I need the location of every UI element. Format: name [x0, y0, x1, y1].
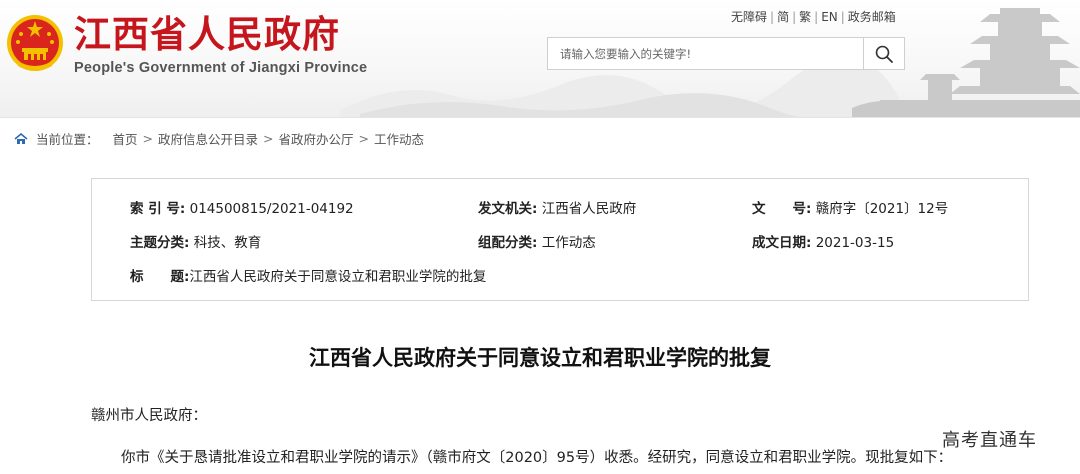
simplified-chinese-link[interactable]: 简: [777, 10, 789, 24]
separator: |: [770, 10, 775, 24]
meta-value: 江西省人民政府关于同意设立和君职业学院的批复: [189, 269, 487, 285]
meta-label: 主题分类:: [130, 235, 190, 251]
document-meta-table: 索 引 号: 014500815/2021-04192 发文机关: 江西省人民政…: [91, 178, 1029, 301]
gov-mailbox-link[interactable]: 政务邮箱: [848, 10, 896, 24]
article-addressee: 赣州市人民政府：: [91, 408, 207, 424]
home-icon: [14, 132, 28, 145]
breadcrumb-separator: >: [142, 131, 154, 146]
top-links: 无障碍 | 简 | 繁 | EN | 政务邮箱: [731, 8, 896, 25]
meta-value: 工作动态: [541, 235, 596, 251]
meta-label: 发文机关:: [478, 201, 538, 217]
breadcrumb-gov-info-directory[interactable]: 政府信息公开目录: [158, 129, 258, 148]
breadcrumb: 当前位置： 首页 > 政府信息公开目录 > 省政府办公厅 > 工作动态: [14, 129, 424, 148]
meta-value: 014500815/2021-04192: [189, 201, 354, 217]
meta-label: 文 号:: [752, 201, 812, 217]
meta-index-number: 索 引 号: 014500815/2021-04192: [130, 197, 354, 217]
breadcrumb-separator: >: [358, 131, 370, 146]
meta-value: 科技、教育: [193, 235, 262, 251]
meta-date: 成文日期: 2021-03-15: [752, 231, 894, 251]
site-header: 江西省人民政府 People's Government of Jiangxi P…: [0, 0, 1080, 118]
site-subtitle: People's Government of Jiangxi Province: [74, 60, 368, 76]
meta-value: 2021-03-15: [815, 235, 895, 251]
english-link[interactable]: EN: [821, 10, 838, 24]
traditional-chinese-link[interactable]: 繁: [799, 10, 811, 24]
breadcrumb-separator: >: [263, 131, 274, 146]
separator: |: [814, 10, 819, 24]
meta-label: 标 题:: [130, 269, 190, 285]
watermark-text: 高考直通车: [942, 430, 1037, 451]
accessibility-link[interactable]: 无障碍: [731, 10, 767, 24]
breadcrumb-home[interactable]: 首页: [113, 129, 138, 148]
meta-value: 赣府字〔2021〕12号: [815, 201, 949, 217]
breadcrumb-work-updates[interactable]: 工作动态: [374, 129, 424, 148]
article-paragraph: 你市《关于恳请批准设立和君职业学院的请示》（赣市府文〔2020〕95号）收悉。经…: [121, 450, 953, 466]
meta-category: 组配分类: 工作动态: [478, 231, 596, 251]
national-emblem-logo: [7, 15, 63, 71]
breadcrumb-label: 当前位置：: [36, 132, 99, 147]
meta-topic: 主题分类: 科技、教育: [130, 231, 261, 251]
meta-value: 江西省人民政府: [541, 201, 637, 217]
search-icon: [875, 45, 893, 63]
meta-label: 成文日期:: [752, 235, 812, 251]
meta-subject: 标 题:江西省人民政府关于同意设立和君职业学院的批复: [130, 265, 486, 285]
search-box: [547, 37, 905, 70]
meta-label: 索 引 号:: [130, 201, 186, 217]
meta-label: 组配分类:: [478, 235, 538, 251]
separator: |: [792, 10, 797, 24]
site-title: 江西省人民政府: [74, 13, 340, 56]
meta-issuer: 发文机关: 江西省人民政府: [478, 197, 636, 217]
search-input[interactable]: [548, 38, 864, 69]
meta-document-number: 文 号: 赣府字〔2021〕12号: [752, 197, 948, 217]
search-button[interactable]: [863, 38, 904, 69]
article-title: 江西省人民政府关于同意设立和君职业学院的批复: [309, 346, 771, 370]
breadcrumb-provincial-office[interactable]: 省政府办公厅: [279, 129, 354, 148]
separator: |: [840, 10, 845, 24]
